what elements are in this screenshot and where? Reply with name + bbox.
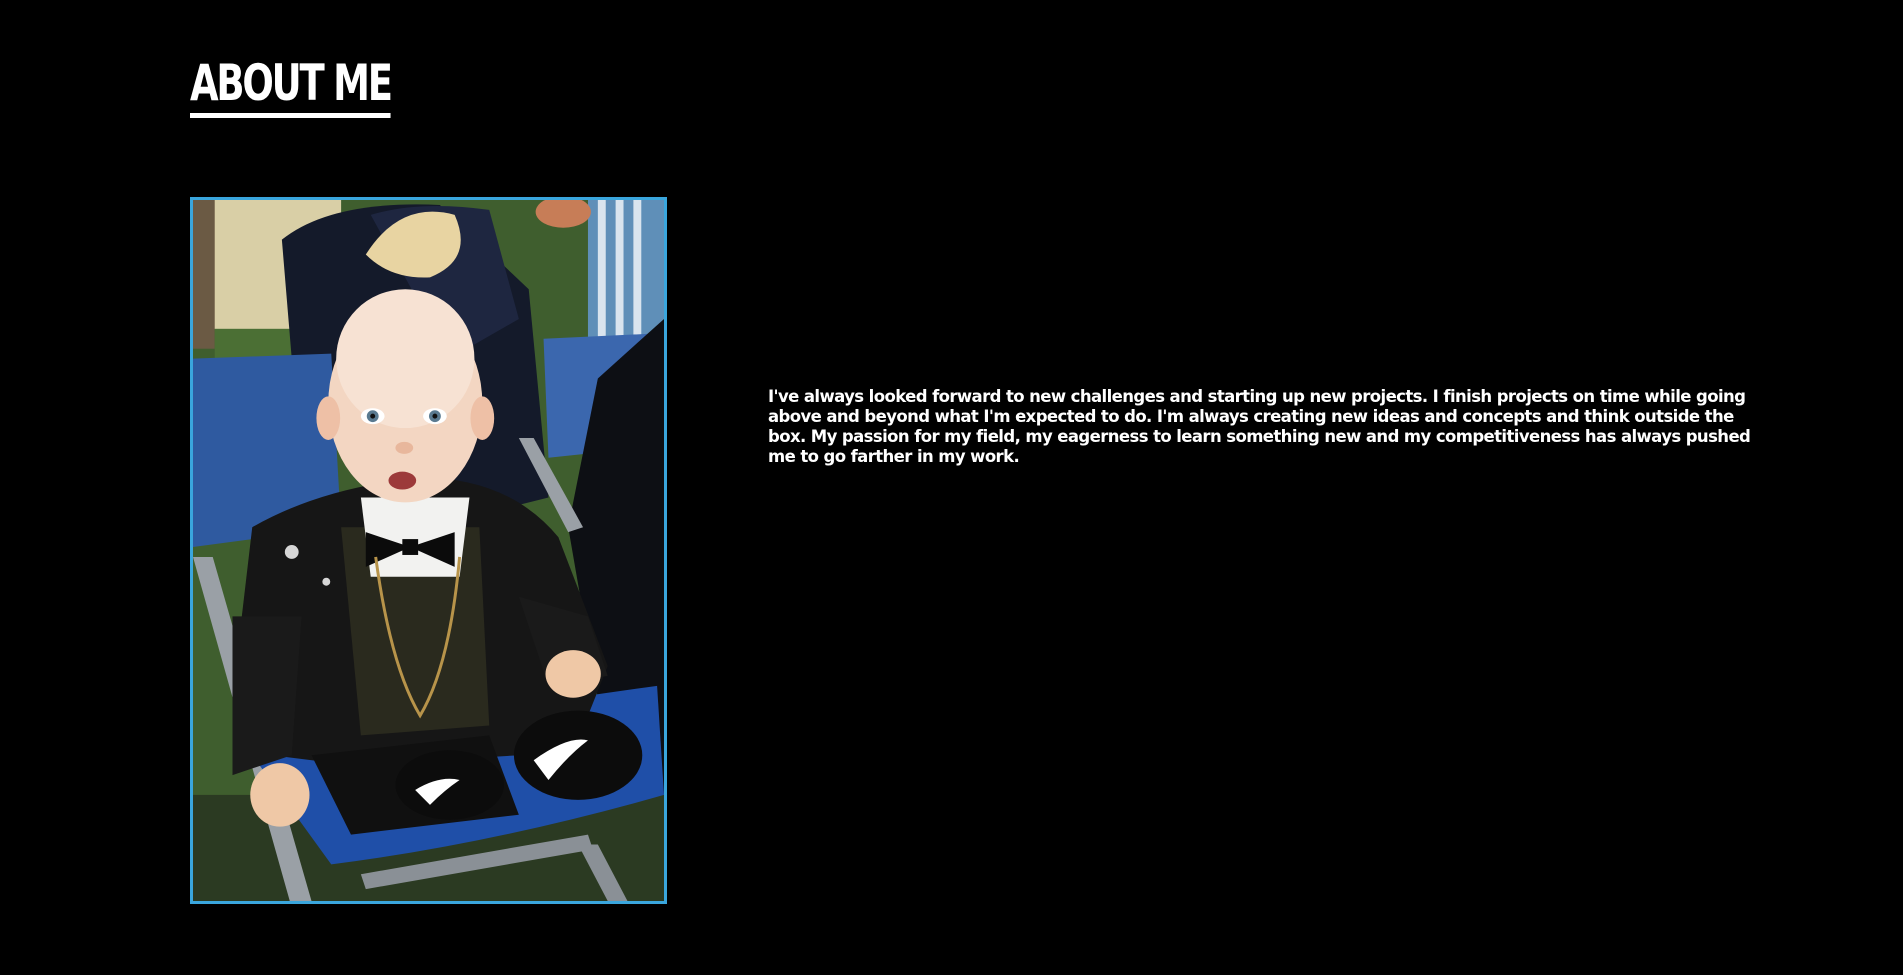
- bio-paragraph: I've always looked forward to new challe…: [768, 387, 1751, 466]
- profile-photo: [190, 197, 667, 904]
- profile-photo-illustration: [193, 200, 664, 901]
- page-title: ABOUT ME: [190, 58, 393, 118]
